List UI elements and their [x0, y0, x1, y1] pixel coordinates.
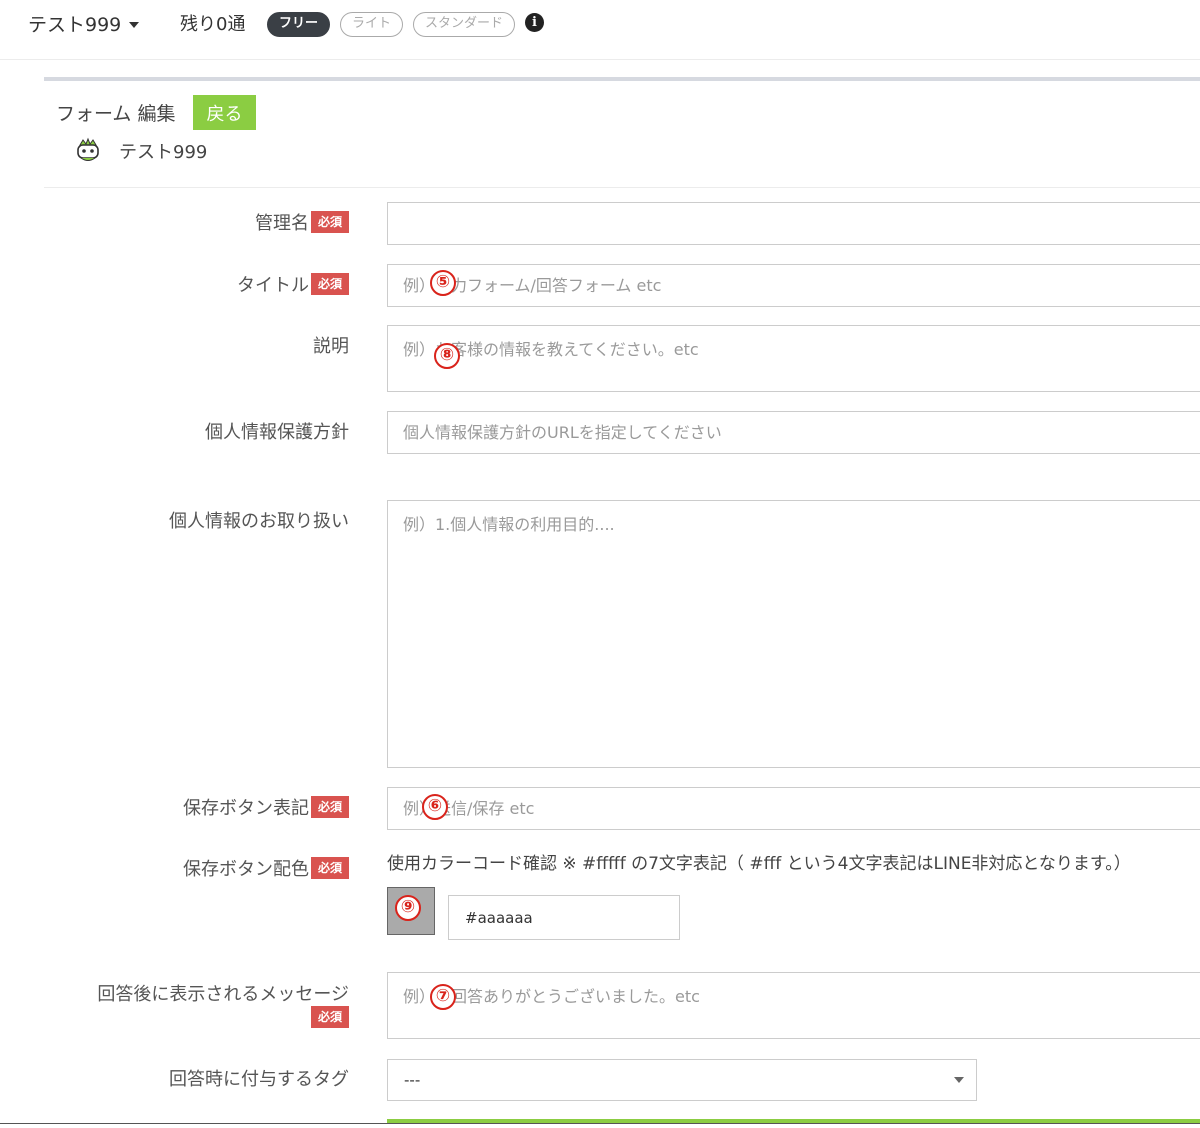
tag-selected-value: --- — [404, 1071, 421, 1089]
page-title: フォーム 編集 — [56, 103, 176, 125]
title-label: タイトル 必須 — [237, 271, 349, 297]
color-code-input[interactable] — [448, 895, 680, 940]
remaining-messages: 残り0通 — [180, 14, 246, 35]
account-name: テスト999 — [28, 14, 122, 36]
admin-name-label: 管理名 必須 — [255, 209, 349, 235]
info-circle-icon[interactable]: i — [525, 13, 544, 32]
caret-down-icon — [954, 1077, 964, 1083]
after-message-label: 回答後に表示されるメッセージ 必須 — [97, 980, 349, 1028]
account-switcher[interactable]: テスト999 — [28, 10, 140, 37]
panel-header-divider — [44, 187, 1200, 188]
bottom-divider — [0, 1123, 1200, 1124]
required-badge: 必須 — [310, 857, 349, 879]
description-textarea[interactable] — [387, 325, 1200, 392]
annotation-marker-7: ⑦ — [430, 984, 456, 1010]
privacy-policy-label: 個人情報保護方針 — [205, 422, 349, 443]
after-message-textarea[interactable] — [387, 972, 1200, 1039]
personal-info-handling-label: 個人情報のお取り扱い — [169, 511, 349, 532]
privacy-policy-url-input[interactable] — [387, 411, 1200, 454]
required-badge: 必須 — [310, 211, 349, 233]
bot-name: テスト999 — [119, 142, 208, 163]
color-code-hint: 使用カラーコード確認 ※ #fffff の7文字表記（ #fff という4文字表… — [387, 854, 1131, 874]
title-input[interactable] — [387, 264, 1200, 307]
required-badge: 必須 — [310, 1006, 349, 1028]
panel-top-border — [44, 77, 1200, 81]
required-badge: 必須 — [310, 273, 349, 295]
tag-select[interactable]: --- — [387, 1059, 977, 1101]
annotation-marker-5: ⑤ — [430, 270, 456, 296]
tag-label: 回答時に付与するタグ — [169, 1069, 349, 1090]
save-button-text-label: 保存ボタン表記 必須 — [183, 794, 349, 820]
annotation-marker-9: ⑨ — [395, 895, 421, 921]
annotation-marker-6: ⑥ — [422, 794, 448, 820]
bot-avatar-icon — [77, 137, 99, 161]
annotation-marker-8: ⑧ — [434, 343, 460, 369]
plan-badge-light[interactable]: ライト — [340, 12, 404, 37]
caret-down-icon — [129, 21, 140, 28]
back-button[interactable]: 戻る — [193, 95, 256, 130]
admin-name-input[interactable] — [387, 202, 1200, 245]
plan-badge-free[interactable]: フリー — [267, 12, 331, 37]
required-badge: 必須 — [310, 796, 349, 818]
top-bar: テスト999 残り0通 フリー ライト スタンダード i — [0, 0, 1200, 60]
description-label: 説明 — [313, 336, 349, 357]
plan-badge-standard[interactable]: スタンダード — [413, 12, 516, 37]
personal-info-handling-textarea[interactable] — [387, 500, 1200, 768]
plan-badges: フリー ライト スタンダード — [267, 12, 516, 37]
save-button-text-input[interactable] — [387, 787, 1200, 830]
save-button-color-label: 保存ボタン配色 必須 — [183, 855, 349, 881]
